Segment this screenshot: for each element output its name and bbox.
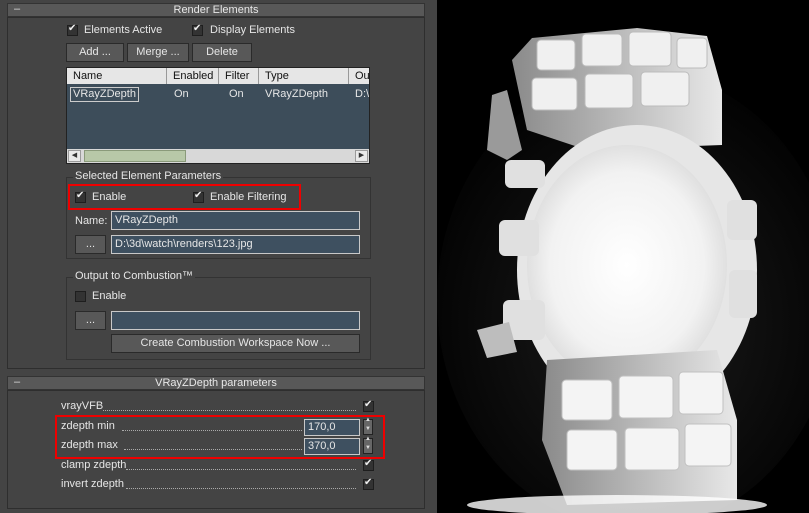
highlight-box-zdepth bbox=[55, 415, 385, 459]
invert-zdepth-label: invert zdepth bbox=[61, 478, 124, 490]
row-name: VRayZDepth bbox=[70, 87, 139, 102]
highlight-box-enable bbox=[68, 184, 301, 210]
combustion-path-field[interactable] bbox=[111, 311, 360, 330]
clamp-zdepth-checkbox[interactable] bbox=[363, 458, 374, 471]
output-path-field[interactable]: D:\3d\watch\renders\123.jpg bbox=[111, 235, 360, 254]
row-filter: On bbox=[229, 88, 244, 100]
delete-button[interactable]: Delete bbox=[192, 43, 252, 62]
invert-zdepth-checkbox[interactable] bbox=[363, 477, 374, 490]
watch-render-image bbox=[437, 0, 809, 513]
browse-output-button[interactable]: ... bbox=[75, 235, 106, 254]
rollout-title: VRayZDepth parameters bbox=[155, 377, 277, 389]
row-output: D:\ bbox=[355, 88, 370, 100]
horizontal-scrollbar[interactable]: ◀ ▶ bbox=[67, 149, 369, 163]
name-field[interactable]: VRayZDepth bbox=[111, 211, 360, 230]
rollout-title: Render Elements bbox=[173, 4, 259, 16]
row-enabled: On bbox=[174, 88, 189, 100]
column-header-output[interactable]: Ou bbox=[349, 68, 369, 84]
list-header: Name Enabled Filter Type Ou bbox=[67, 68, 369, 84]
display-elements-label: Display Elements bbox=[210, 24, 295, 36]
vrayvfb-label: vrayVFB bbox=[61, 400, 104, 412]
create-combustion-workspace-button[interactable]: Create Combustion Workspace Now ... bbox=[111, 334, 360, 353]
selected-element-group-title: Selected Element Parameters bbox=[73, 170, 224, 182]
column-header-type[interactable]: Type bbox=[259, 68, 349, 84]
combustion-enable-checkbox[interactable] bbox=[75, 291, 86, 302]
render-elements-rollout[interactable]: – Render Elements bbox=[7, 3, 425, 17]
browse-combustion-button[interactable]: ... bbox=[75, 311, 106, 330]
column-header-name[interactable]: Name bbox=[67, 68, 167, 84]
clamp-zdepth-label: clamp zdepth bbox=[61, 459, 127, 471]
scroll-right-icon[interactable]: ▶ bbox=[355, 150, 368, 162]
elements-active-label: Elements Active bbox=[84, 24, 163, 36]
column-header-filter[interactable]: Filter bbox=[219, 68, 259, 84]
leader-dots bbox=[126, 461, 356, 470]
scroll-left-icon[interactable]: ◀ bbox=[68, 150, 81, 162]
add-button[interactable]: Add ... bbox=[66, 43, 124, 62]
elements-active-checkbox[interactable] bbox=[67, 23, 78, 36]
render-setup-panel: – Render Elements Elements Active Displa… bbox=[0, 0, 437, 513]
render-elements-list[interactable]: Name Enabled Filter Type Ou VRayZDepth O… bbox=[66, 67, 370, 164]
vrayzdepth-rollout[interactable]: – VRayZDepth parameters bbox=[7, 376, 425, 390]
name-label: Name: bbox=[75, 215, 108, 227]
zdepth-render-preview bbox=[437, 0, 809, 513]
leader-dots bbox=[126, 480, 356, 489]
column-header-enabled[interactable]: Enabled bbox=[167, 68, 219, 84]
combustion-group-title: Output to Combustion™ bbox=[73, 270, 196, 282]
scroll-thumb[interactable] bbox=[84, 150, 186, 162]
combustion-enable-label: Enable bbox=[92, 290, 127, 302]
row-type: VRayZDepth bbox=[265, 88, 328, 100]
vrayvfb-checkbox[interactable] bbox=[363, 399, 374, 412]
display-elements-checkbox[interactable] bbox=[192, 23, 203, 36]
leader-dots bbox=[103, 402, 356, 411]
merge-button[interactable]: Merge ... bbox=[127, 43, 189, 62]
